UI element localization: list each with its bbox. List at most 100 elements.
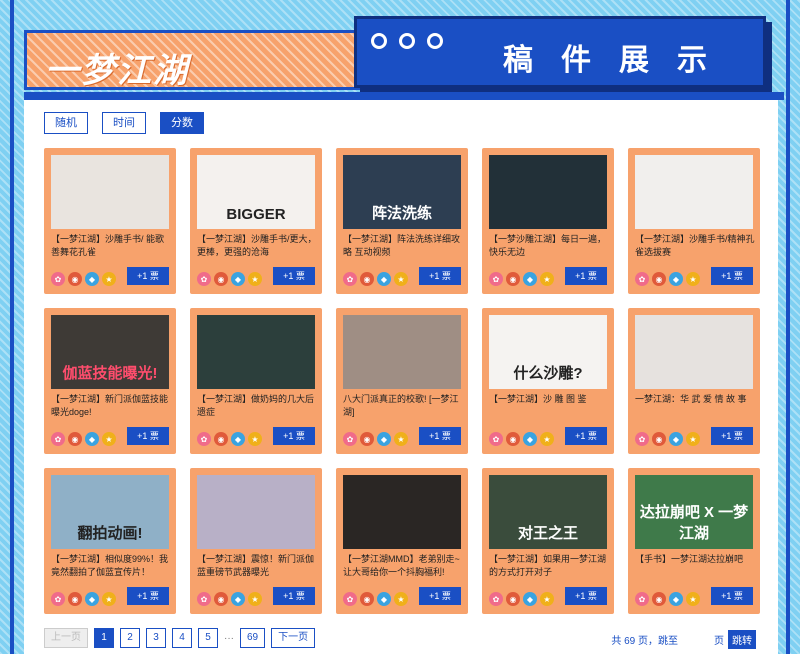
page-button[interactable]: 2 bbox=[120, 628, 140, 648]
thumbnail[interactable] bbox=[343, 315, 461, 389]
weibo-icon[interactable]: ◉ bbox=[360, 272, 374, 286]
qq-icon[interactable]: ◆ bbox=[85, 272, 99, 286]
sort-score-button[interactable]: 分数 bbox=[160, 112, 204, 134]
qq-icon[interactable]: ◆ bbox=[523, 272, 537, 286]
star-icon[interactable]: ★ bbox=[248, 272, 262, 286]
star-icon[interactable]: ★ bbox=[686, 592, 700, 606]
flower-icon[interactable]: ✿ bbox=[51, 592, 65, 606]
card-title[interactable]: 【一梦江湖】做奶妈的几大后遗症 bbox=[197, 393, 317, 423]
weibo-icon[interactable]: ◉ bbox=[68, 592, 82, 606]
star-icon[interactable]: ★ bbox=[540, 272, 554, 286]
sort-random-button[interactable]: 随机 bbox=[44, 112, 88, 134]
flower-icon[interactable]: ✿ bbox=[343, 592, 357, 606]
card-title[interactable]: 【一梦江湖】相似度99%！我竟然翻拍了伽蓝宣传片！ bbox=[51, 553, 171, 583]
thumbnail[interactable]: 达拉崩吧 X 一梦江湖 bbox=[635, 475, 753, 549]
thumbnail[interactable]: 阵法洗练 bbox=[343, 155, 461, 229]
next-page-button[interactable]: 下一页 bbox=[271, 628, 316, 648]
star-icon[interactable]: ★ bbox=[102, 272, 116, 286]
submission-card[interactable]: 什么沙雕? 【一梦江湖】沙 雕 图 鉴 ✿ ◉ ◆ ★ +1 票 bbox=[482, 308, 614, 454]
star-icon[interactable]: ★ bbox=[248, 432, 262, 446]
vote-button[interactable]: +1 票 bbox=[711, 427, 753, 445]
star-icon[interactable]: ★ bbox=[394, 272, 408, 286]
qq-icon[interactable]: ◆ bbox=[523, 592, 537, 606]
card-title[interactable]: 【一梦江湖】沙雕手书/更大，更棒，更强的沧海 bbox=[197, 233, 317, 263]
weibo-icon[interactable]: ◉ bbox=[652, 592, 666, 606]
weibo-icon[interactable]: ◉ bbox=[214, 592, 228, 606]
qq-icon[interactable]: ◆ bbox=[377, 592, 391, 606]
qq-icon[interactable]: ◆ bbox=[669, 432, 683, 446]
thumbnail[interactable] bbox=[489, 155, 607, 229]
submission-card[interactable]: 对王之王 【一梦江湖】如果用一梦江湖的方式打开对子 ✿ ◉ ◆ ★ +1 票 bbox=[482, 468, 614, 614]
qq-icon[interactable]: ◆ bbox=[231, 272, 245, 286]
weibo-icon[interactable]: ◉ bbox=[214, 272, 228, 286]
qq-icon[interactable]: ◆ bbox=[85, 592, 99, 606]
flower-icon[interactable]: ✿ bbox=[635, 272, 649, 286]
page-jump-input[interactable] bbox=[682, 631, 710, 648]
weibo-icon[interactable]: ◉ bbox=[360, 592, 374, 606]
star-icon[interactable]: ★ bbox=[540, 592, 554, 606]
jump-button[interactable]: 跳转 bbox=[728, 630, 756, 649]
prev-page-button[interactable]: 上一页 bbox=[44, 628, 88, 648]
vote-button[interactable]: +1 票 bbox=[127, 587, 169, 605]
weibo-icon[interactable]: ◉ bbox=[652, 432, 666, 446]
thumbnail[interactable]: 对王之王 bbox=[489, 475, 607, 549]
submission-card[interactable]: BIGGER 【一梦江湖】沙雕手书/更大，更棒，更强的沧海 ✿ ◉ ◆ ★ +1… bbox=[190, 148, 322, 294]
qq-icon[interactable]: ◆ bbox=[377, 432, 391, 446]
flower-icon[interactable]: ✿ bbox=[197, 432, 211, 446]
sort-time-button[interactable]: 时间 bbox=[102, 112, 146, 134]
card-title[interactable]: 【一梦江湖】新门派伽蓝技能曝光doge! bbox=[51, 393, 171, 423]
vote-button[interactable]: +1 票 bbox=[273, 427, 315, 445]
weibo-icon[interactable]: ◉ bbox=[506, 272, 520, 286]
vote-button[interactable]: +1 票 bbox=[711, 587, 753, 605]
submission-card[interactable]: 八大门派真正的校歌! [一梦江湖] ✿ ◉ ◆ ★ +1 票 bbox=[336, 308, 468, 454]
vote-button[interactable]: +1 票 bbox=[127, 267, 169, 285]
vote-button[interactable]: +1 票 bbox=[127, 427, 169, 445]
flower-icon[interactable]: ✿ bbox=[343, 432, 357, 446]
thumbnail[interactable]: 伽蓝技能曝光! bbox=[51, 315, 169, 389]
star-icon[interactable]: ★ bbox=[686, 272, 700, 286]
card-title[interactable]: 八大门派真正的校歌! [一梦江湖] bbox=[343, 393, 463, 423]
thumbnail[interactable] bbox=[635, 315, 753, 389]
card-title[interactable]: 【一梦江湖】如果用一梦江湖的方式打开对子 bbox=[489, 553, 609, 583]
flower-icon[interactable]: ✿ bbox=[51, 272, 65, 286]
submission-card[interactable]: 阵法洗练 【一梦江湖】阵法洗练详细攻略 互动视频 ✿ ◉ ◆ ★ +1 票 bbox=[336, 148, 468, 294]
submission-card[interactable]: 一梦江湖：华 武 爱 情 故 事 ✿ ◉ ◆ ★ +1 票 bbox=[628, 308, 760, 454]
star-icon[interactable]: ★ bbox=[540, 432, 554, 446]
thumbnail[interactable] bbox=[51, 155, 169, 229]
vote-button[interactable]: +1 票 bbox=[565, 587, 607, 605]
vote-button[interactable]: +1 票 bbox=[273, 587, 315, 605]
qq-icon[interactable]: ◆ bbox=[231, 432, 245, 446]
qq-icon[interactable]: ◆ bbox=[85, 432, 99, 446]
thumbnail[interactable] bbox=[635, 155, 753, 229]
last-page-button[interactable]: 69 bbox=[240, 628, 266, 648]
submission-card[interactable]: 达拉崩吧 X 一梦江湖 【手书】一梦江湖达拉崩吧 ✿ ◉ ◆ ★ +1 票 bbox=[628, 468, 760, 614]
weibo-icon[interactable]: ◉ bbox=[506, 432, 520, 446]
flower-icon[interactable]: ✿ bbox=[489, 592, 503, 606]
submission-card[interactable]: 【一梦江湖MMD】老弟别走~让大哥给你一个抖胸福利! ✿ ◉ ◆ ★ +1 票 bbox=[336, 468, 468, 614]
thumbnail[interactable] bbox=[197, 475, 315, 549]
weibo-icon[interactable]: ◉ bbox=[652, 272, 666, 286]
weibo-icon[interactable]: ◉ bbox=[68, 432, 82, 446]
flower-icon[interactable]: ✿ bbox=[635, 432, 649, 446]
submission-card[interactable]: 翻拍动画! 【一梦江湖】相似度99%！我竟然翻拍了伽蓝宣传片！ ✿ ◉ ◆ ★ … bbox=[44, 468, 176, 614]
weibo-icon[interactable]: ◉ bbox=[68, 272, 82, 286]
card-title[interactable]: 【一梦江湖】震惊！新门派伽蓝重磅节武器曝光 bbox=[197, 553, 317, 583]
submission-card[interactable]: 【一梦江湖】沙雕手书/ 能歌善舞花孔雀 ✿ ◉ ◆ ★ +1 票 bbox=[44, 148, 176, 294]
flower-icon[interactable]: ✿ bbox=[489, 272, 503, 286]
flower-icon[interactable]: ✿ bbox=[51, 432, 65, 446]
thumbnail[interactable] bbox=[197, 315, 315, 389]
page-button[interactable]: 3 bbox=[146, 628, 166, 648]
thumbnail[interactable]: 翻拍动画! bbox=[51, 475, 169, 549]
page-button[interactable]: 4 bbox=[172, 628, 192, 648]
star-icon[interactable]: ★ bbox=[102, 592, 116, 606]
vote-button[interactable]: +1 票 bbox=[419, 427, 461, 445]
star-icon[interactable]: ★ bbox=[102, 432, 116, 446]
vote-button[interactable]: +1 票 bbox=[273, 267, 315, 285]
card-title[interactable]: 【一梦江湖MMD】老弟别走~让大哥给你一个抖胸福利! bbox=[343, 553, 463, 583]
submission-card[interactable]: 【一梦江湖】沙雕手书/精神孔雀选拔赛 ✿ ◉ ◆ ★ +1 票 bbox=[628, 148, 760, 294]
vote-button[interactable]: +1 票 bbox=[711, 267, 753, 285]
star-icon[interactable]: ★ bbox=[394, 432, 408, 446]
page-button[interactable]: 1 bbox=[94, 628, 114, 648]
submission-card[interactable]: 【一梦江湖】震惊！新门派伽蓝重磅节武器曝光 ✿ ◉ ◆ ★ +1 票 bbox=[190, 468, 322, 614]
page-button[interactable]: 5 bbox=[198, 628, 218, 648]
